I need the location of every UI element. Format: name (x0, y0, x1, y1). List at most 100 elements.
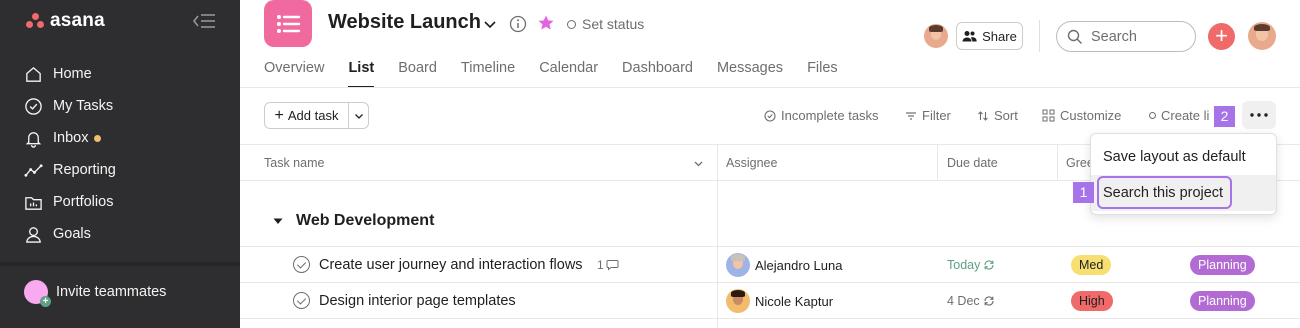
info-icon[interactable] (509, 15, 527, 33)
assignee-cell[interactable]: Nicole Kaptur (726, 289, 833, 313)
tab-timeline[interactable]: Timeline (461, 60, 515, 88)
status-pill[interactable]: Planning (1190, 255, 1255, 275)
sidebar-item-label: Goals (53, 226, 91, 242)
tab-dashboard[interactable]: Dashboard (622, 60, 693, 88)
person-icon (26, 226, 41, 243)
sidebar-item-label: Home (53, 66, 92, 82)
task-name[interactable]: Design interior page templates (319, 293, 516, 309)
column-header-assignee[interactable]: Assignee (726, 156, 777, 170)
project-title[interactable]: Website Launch (328, 11, 481, 34)
add-task-button[interactable]: + Add task (265, 103, 349, 128)
table-row (240, 318, 1300, 328)
tab-board[interactable]: Board (398, 60, 437, 88)
tab-messages[interactable]: Messages (717, 60, 783, 88)
sidebar-item-goals[interactable]: Goals (24, 218, 224, 250)
assignee-name: Nicole Kaptur (755, 293, 834, 309)
comment-count[interactable]: 1 (597, 258, 619, 272)
bell-icon (25, 131, 42, 148)
task-complete-checkbox[interactable] (293, 292, 310, 309)
column-header-due-date[interactable]: Due date (947, 156, 998, 170)
sidebar-item-label: My Tasks (53, 98, 114, 114)
assignee-cell[interactable]: Alejandro Luna (726, 253, 842, 277)
sidebar-item-my-tasks[interactable]: My Tasks (24, 90, 224, 122)
incomplete-tasks-button[interactable]: Incomplete tasks (764, 108, 879, 123)
add-task-label: Add task (287, 108, 339, 123)
asana-logo-icon (26, 13, 44, 29)
assignee-name: Alejandro Luna (755, 257, 843, 273)
customize-label: Customize (1060, 108, 1122, 123)
tab-files[interactable]: Files (807, 60, 838, 88)
sidebar: asana Home My Tasks Inbox Reporting Port… (0, 0, 240, 328)
caret-down-icon (273, 218, 283, 224)
add-task-split-button: + Add task (264, 102, 369, 129)
priority-pill[interactable]: Med (1071, 255, 1112, 275)
due-date-cell[interactable]: 4 Dec (947, 294, 995, 308)
add-task-dropdown-button[interactable] (349, 103, 368, 128)
tab-bar-divider (240, 87, 1300, 88)
comment-count-value: 1 (597, 258, 604, 272)
highlight-outline (1097, 176, 1232, 209)
column-header-task-name[interactable]: Task name (264, 156, 324, 170)
annotation-badge-1: 1 (1073, 182, 1094, 203)
recurring-icon (984, 296, 994, 306)
sidebar-item-label: Inbox (53, 130, 89, 146)
collapse-sidebar-icon[interactable] (192, 12, 216, 30)
task-name[interactable]: Create user journey and interaction flow… (319, 257, 583, 273)
column-divider (937, 144, 938, 181)
star-icon[interactable] (537, 14, 555, 32)
customize-button[interactable]: Customize (1042, 108, 1121, 123)
table-row[interactable]: Design interior page templates Nicole Ka… (240, 282, 1300, 318)
create-link-button[interactable]: Create li (1149, 108, 1209, 123)
chevron-down-icon[interactable] (482, 16, 498, 32)
sidebar-item-portfolios[interactable]: Portfolios (24, 186, 224, 218)
asana-logo[interactable]: asana (26, 10, 105, 32)
tab-calendar[interactable]: Calendar (539, 60, 598, 88)
user-avatar[interactable] (1248, 22, 1276, 50)
sort-button[interactable]: Sort (977, 108, 1018, 123)
project-tabs: Overview List Board Timeline Calendar Da… (264, 60, 862, 88)
invite-teammates-button[interactable]: Invite teammates (24, 280, 167, 307)
sort-label: Sort (994, 108, 1018, 123)
chevron-down-icon[interactable] (693, 158, 704, 169)
task-complete-checkbox[interactable] (293, 256, 310, 273)
section-header[interactable]: Web Development (272, 212, 434, 230)
more-actions-button[interactable] (1242, 101, 1276, 129)
share-label: Share (982, 28, 1017, 44)
sidebar-item-reporting[interactable]: Reporting (24, 154, 224, 186)
folder-chart-icon (25, 196, 42, 210)
share-button[interactable]: Share (956, 22, 1023, 50)
due-date-cell[interactable]: Today (947, 258, 995, 272)
status-pill[interactable]: Planning (1190, 291, 1255, 311)
assignee-avatar (726, 253, 750, 277)
invite-label: Invite teammates (56, 284, 167, 300)
search-placeholder: Search (1091, 28, 1137, 45)
menu-item-save-layout[interactable]: Save layout as default (1091, 139, 1276, 175)
table-row[interactable]: Create user journey and interaction flow… (240, 246, 1300, 282)
invite-avatar-icon (24, 280, 51, 307)
filter-icon (906, 111, 916, 120)
project-list-icon[interactable] (264, 0, 312, 47)
create-link-label: Create li (1161, 108, 1210, 123)
section-title: Web Development (296, 212, 435, 229)
set-status-button[interactable]: Set status (567, 16, 644, 32)
sidebar-item-home[interactable]: Home (24, 58, 224, 90)
filter-button[interactable]: Filter (905, 108, 951, 123)
sort-icon (978, 110, 988, 121)
tab-list[interactable]: List (348, 60, 374, 88)
quick-add-button[interactable]: + (1208, 23, 1235, 50)
chevron-down-icon (354, 113, 363, 119)
sidebar-item-label: Reporting (53, 162, 116, 178)
sidebar-nav: Home My Tasks Inbox Reporting Portfolios… (24, 58, 224, 250)
tab-overview[interactable]: Overview (264, 60, 324, 88)
trend-line-icon (24, 163, 43, 177)
member-avatar[interactable] (924, 24, 948, 48)
priority-pill[interactable]: High (1071, 291, 1113, 311)
customize-grid-icon (1042, 109, 1055, 122)
check-circle-icon (25, 97, 42, 115)
due-date-value: Today (947, 258, 981, 272)
sidebar-item-inbox[interactable]: Inbox (24, 122, 224, 154)
sidebar-divider (0, 262, 240, 266)
search-input[interactable]: Search (1056, 21, 1196, 52)
people-icon (962, 31, 977, 42)
status-circle-icon (1149, 112, 1156, 119)
